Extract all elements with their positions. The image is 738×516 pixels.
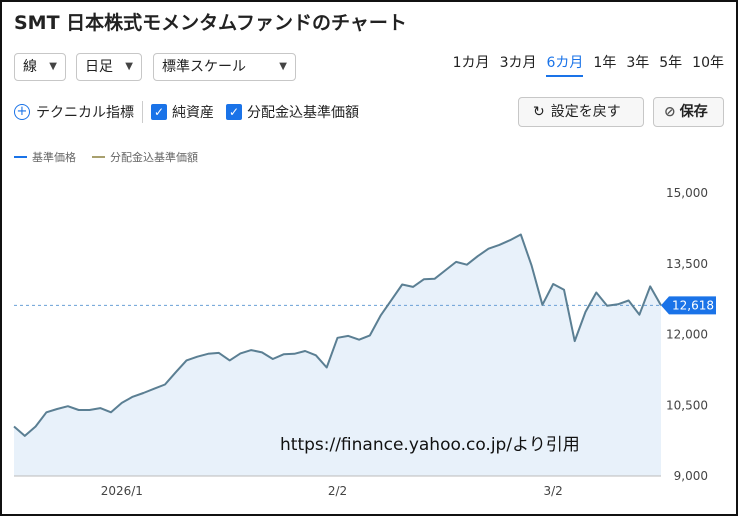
y-tick-label: 10,500 [666,398,708,412]
x-tick-label: 2026/1 [101,484,143,498]
y-tick-label: 13,500 [666,257,708,271]
source-watermark: https://finance.yahoo.co.jp/より引用 [280,435,580,455]
y-tick-label: 12,000 [666,328,708,342]
y-tick-label: 9,000 [674,469,708,483]
y-tick-label: 15,000 [666,186,708,200]
last-value-label: 12,618 [672,298,714,312]
x-tick-label: 3/2 [544,484,563,498]
x-tick-label: 2/2 [328,484,347,498]
